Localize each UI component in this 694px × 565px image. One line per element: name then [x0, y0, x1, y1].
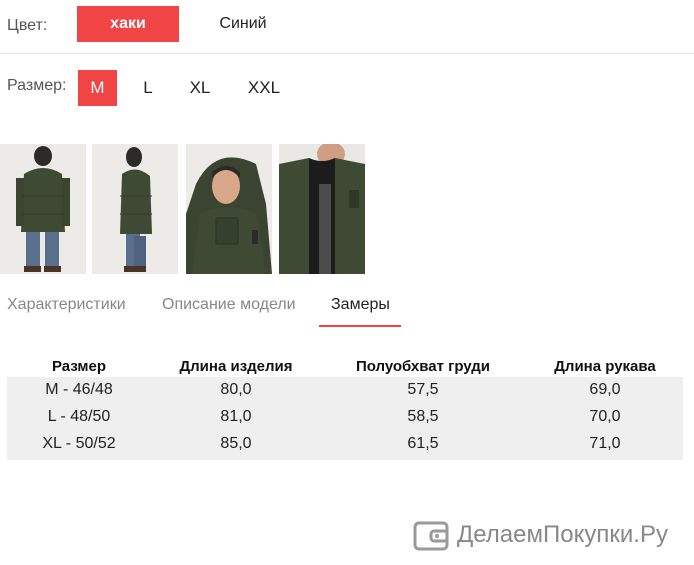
divider — [0, 53, 694, 54]
size-option-xxl[interactable]: XXL — [241, 70, 287, 106]
table-cell: 58,5 — [407, 408, 439, 425]
size-option-xl[interactable]: XL — [183, 70, 217, 106]
table-cell: 71,0 — [589, 435, 621, 452]
jacket-lining-photo[interactable] — [279, 144, 365, 274]
table-cell: 70,0 — [589, 408, 621, 425]
table-cell: 61,5 — [407, 435, 439, 452]
size-option-m[interactable]: M — [78, 70, 117, 106]
table-cell: 69,0 — [589, 381, 621, 398]
size-option-l[interactable]: L — [134, 70, 162, 106]
table-header-size: Размер — [51, 358, 107, 375]
tab-model-description[interactable]: Описание модели — [162, 296, 296, 314]
color-label: Цвет: — [7, 17, 48, 34]
table-header-chest: Полуобхват груди — [355, 358, 491, 375]
jacket-side-photo[interactable] — [92, 144, 178, 274]
jacket-front-photo[interactable] — [0, 144, 86, 274]
table-header-sleeve: Длина рукава — [554, 358, 656, 375]
table-header-length: Длина изделия — [179, 358, 293, 375]
table-cell: 81,0 — [220, 408, 252, 425]
active-tab-underline — [319, 325, 401, 327]
color-option-khaki[interactable]: хаки — [77, 6, 179, 42]
table-cell: 80,0 — [220, 381, 252, 398]
table-cell: 57,5 — [407, 381, 439, 398]
watermark-text: ДелаемПокупки.Ру — [457, 521, 668, 548]
jacket-hood-closeup-photo[interactable] — [186, 144, 272, 274]
tab-characteristics[interactable]: Характеристики — [7, 296, 126, 314]
color-option-blue[interactable]: Синий — [207, 6, 279, 42]
table-cell: M - 46/48 — [45, 381, 113, 398]
tab-measurements[interactable]: Замеры — [331, 296, 390, 314]
table-cell: XL - 50/52 — [42, 435, 116, 452]
wallet-icon — [413, 520, 449, 557]
table-cell: 85,0 — [220, 435, 252, 452]
table-cell: L - 48/50 — [47, 408, 111, 425]
size-label: Размер: — [7, 77, 67, 94]
